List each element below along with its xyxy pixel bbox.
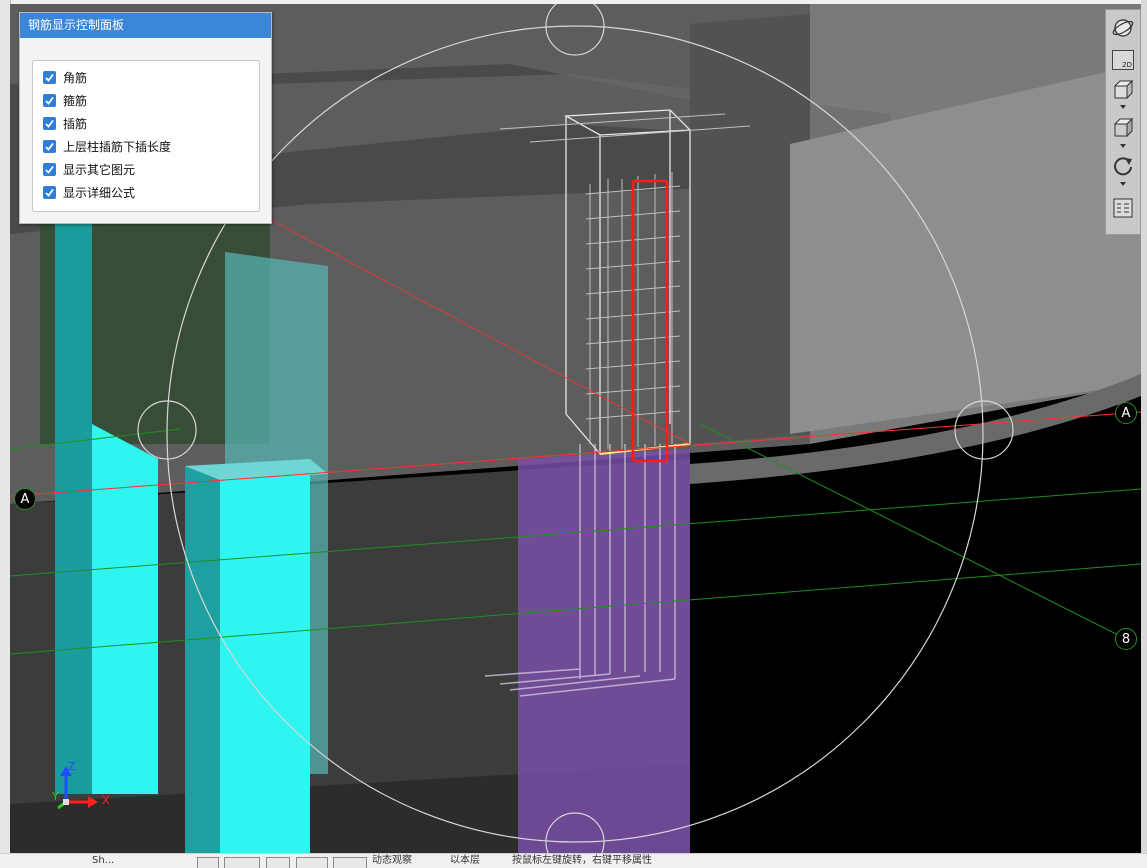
solid-view-dropdown-icon[interactable] [1120, 144, 1126, 148]
status-segment-2[interactable]: 以本层 [450, 856, 480, 866]
status-segment-1[interactable]: 动态观察 [372, 856, 412, 866]
status-button-2[interactable] [224, 857, 260, 868]
rebar-display-control-panel: 钢筋显示控制面板 角筋 箍筋 插筋 上层柱插筋下插长度 显示其它图元 显示详细公… [19, 12, 272, 224]
grid-label-a-right: A [1115, 402, 1137, 424]
rotate-button[interactable] [1111, 154, 1135, 178]
axis-y-label: Y [52, 790, 59, 803]
checkbox-checked-icon[interactable] [43, 116, 56, 130]
status-bar: Sh... 动态观察 以本层 按鼠标左键旋转，右键平移属性 [0, 853, 1147, 868]
axis-z-label: Z [68, 760, 76, 773]
checkbox-checked-icon[interactable] [43, 93, 56, 107]
status-button-1[interactable] [197, 857, 219, 868]
rotate-icon [1114, 157, 1132, 176]
grid-label-a-left: A [14, 488, 36, 510]
cyan-column-3-front [220, 474, 310, 853]
option-stirrup[interactable]: 箍筋 [43, 91, 87, 109]
layer-settings-button[interactable] [1111, 196, 1135, 220]
grid-label-8: 8 [1115, 628, 1137, 650]
checkbox-checked-icon[interactable] [43, 162, 56, 176]
3d-view-dropdown-icon[interactable] [1120, 105, 1126, 109]
checkbox-checked-icon[interactable] [43, 185, 56, 199]
checkbox-checked-icon[interactable] [43, 70, 56, 84]
option-dowel[interactable]: 插筋 [43, 114, 87, 132]
option-upper-dowel-length[interactable]: 上层柱插筋下插长度 [43, 137, 171, 155]
status-button-3[interactable] [266, 857, 290, 868]
orbit-view-button[interactable] [1111, 16, 1135, 40]
status-button-5[interactable] [333, 857, 367, 868]
cyan-column-1-side [55, 224, 92, 794]
status-hint-text: 按鼠标左键旋转，右键平移属性 [512, 855, 652, 866]
3d-view-button[interactable] [1111, 78, 1135, 102]
box-icon [1113, 117, 1134, 138]
2d-view-button[interactable]: 2D [1111, 48, 1135, 72]
option-corner-rebar[interactable]: 角筋 [43, 68, 87, 86]
globe-icon [1112, 19, 1134, 37]
view-toolbar: 2D [1105, 9, 1141, 235]
right-dock-strip [1141, 0, 1147, 866]
cyan-column-1-front [92, 424, 158, 794]
axis-x-label: X [102, 794, 110, 807]
2d-icon: 2D [1112, 50, 1134, 70]
panel-options-box: 角筋 箍筋 插筋 上层柱插筋下插长度 显示其它图元 显示详细公式 [32, 60, 260, 212]
layers-icon [1113, 198, 1133, 218]
cube-icon [1113, 79, 1134, 100]
option-show-detailed-formula[interactable]: 显示详细公式 [43, 183, 135, 201]
panel-title[interactable]: 钢筋显示控制面板 [20, 13, 271, 38]
checkbox-checked-icon[interactable] [43, 139, 56, 153]
status-button-4[interactable] [296, 857, 328, 868]
solid-view-button[interactable] [1111, 116, 1135, 140]
option-show-other-elements[interactable]: 显示其它图元 [43, 160, 135, 178]
rotate-dropdown-icon[interactable] [1120, 182, 1126, 186]
status-left-text: Sh... [92, 855, 115, 866]
purple-column [518, 449, 690, 853]
